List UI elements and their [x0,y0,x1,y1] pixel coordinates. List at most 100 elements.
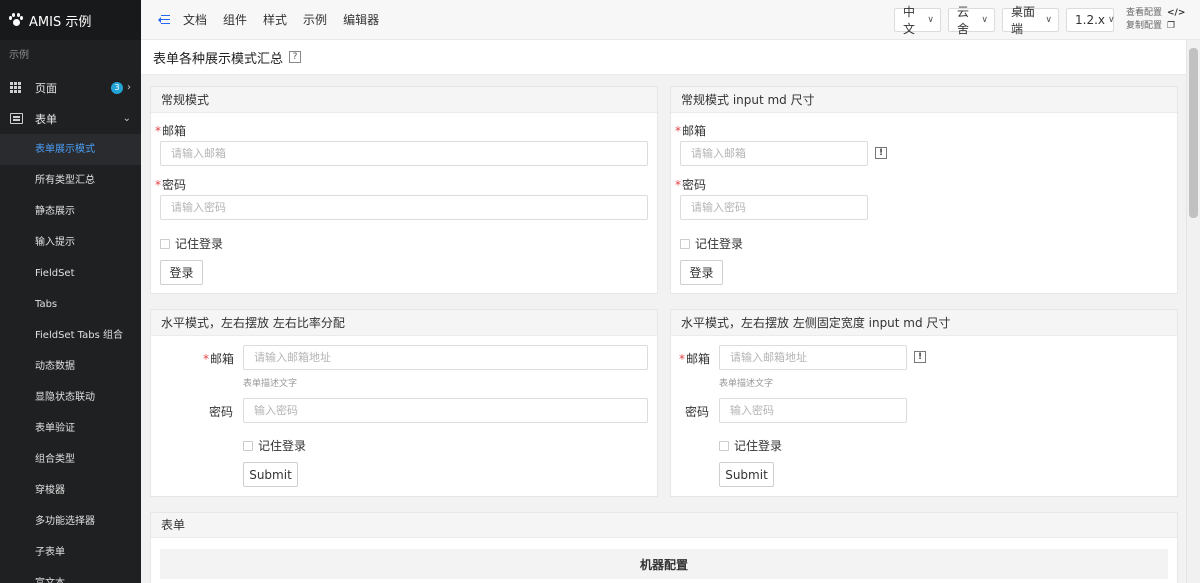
password-label: 密码 [685,405,710,419]
sidebar-item-subform[interactable]: 子表单 [0,537,141,568]
required-mark: * [675,124,681,138]
nav-link-examples[interactable]: 示例 [303,11,327,28]
panel-horizontal-ratio: 水平模式，左右摆放 左右比率分配 *邮箱 请输入邮箱地址 表单描述文字 密码 输… [150,309,658,497]
warning-icon[interactable]: ! [914,351,926,363]
sidebar-item-visibility[interactable]: 显隐状态联动 [0,382,141,413]
sidebar-item-all-types[interactable]: 所有类型汇总 [0,165,141,196]
page-title: 表单各种展示模式汇总 [153,51,284,67]
sidebar-item-fieldset-tabs[interactable]: FieldSet Tabs 组合 [0,320,141,351]
submit-button[interactable]: Submit [719,462,774,487]
chevron-right-icon: › [127,82,131,93]
required-mark: * [675,178,681,192]
password-input[interactable]: 请输入密码 [160,195,648,220]
top-bar: 文档 组件 样式 示例 编辑器 中文 ∨ 云舍 ∨ 桌面端 ∨ 1.2.x ∨ 查看配置… [141,0,1200,40]
chevron-down-icon: ∨ [981,15,988,25]
help-icon[interactable]: ? [289,51,302,63]
theme-select[interactable]: 云舍 ∨ [948,5,995,36]
checkbox-box [680,238,690,249]
login-button[interactable]: 登录 [680,260,723,285]
copy-icon: ❐ [1167,21,1176,31]
remember-checkbox[interactable]: 记住登录 [243,437,306,454]
login-button[interactable]: 登录 [160,260,203,285]
sidebar-section-label: 示例 [9,50,29,61]
remember-checkbox[interactable]: 记住登录 [719,437,782,454]
email-input[interactable]: 请输入邮箱地址 [243,345,648,370]
required-mark: * [203,352,209,366]
paw-logo-icon [9,13,23,27]
field-description: 表单描述文字 [719,379,774,389]
checkbox-box [243,440,253,451]
scrollbar-thumb[interactable] [1189,48,1198,218]
sidebar-item-validation[interactable]: 表单验证 [0,413,141,444]
menu-toggle-icon[interactable] [158,14,170,25]
required-mark: * [155,124,161,138]
config-actions: 查看配置 </> 复制配置 ❐ [1126,7,1200,33]
password-input[interactable]: 输入密码 [243,398,648,423]
panel-title: 表单 [151,513,1177,538]
sidebar-item-transfer[interactable]: 穿梭器 [0,475,141,506]
sidebar-item-rich-text[interactable]: 富文本 [0,568,141,583]
copy-config-link[interactable]: 复制配置 ❐ [1126,20,1200,33]
chevron-down-icon: ∨ [1045,15,1052,25]
password-label: *密码 [155,178,187,192]
panel-form-table: 表单 机器配置 [150,512,1178,583]
remember-label: 记住登录 [258,439,307,453]
sidebar-item-fieldset[interactable]: FieldSet [0,258,141,289]
chevron-down-icon: ∨ [1108,15,1115,25]
theme-value: 云舍 [957,5,970,36]
page-header: 表单各种展示模式汇总 ? [141,40,1186,75]
warning-icon[interactable]: ! [875,147,887,159]
remember-label: 记住登录 [175,237,224,251]
checkbox-box [160,238,170,249]
device-select[interactable]: 桌面端 ∨ [1002,5,1059,36]
panel-title: 常规模式 [151,87,657,113]
remember-checkbox[interactable]: 记住登录 [680,235,743,252]
panel-horizontal-fixed: 水平模式，左右摆放 左侧固定宽度 input md 尺寸 *邮箱 请输入邮箱地址… [670,309,1178,497]
password-label: *密码 [675,178,707,192]
sidebar-group-label: 表单 [35,112,57,126]
device-value: 桌面端 [1011,5,1036,36]
brand[interactable]: AMIS 示例 [0,0,141,40]
sidebar-item-combo[interactable]: 组合类型 [0,444,141,475]
sidebar-item-dynamic-data[interactable]: 动态数据 [0,351,141,382]
required-mark: * [679,352,685,366]
sidebar-item-picker[interactable]: 多功能选择器 [0,506,141,537]
remember-checkbox[interactable]: 记住登录 [160,235,223,252]
field-description: 表单描述文字 [243,379,298,389]
password-input[interactable]: 请输入密码 [680,195,868,220]
nav-link-editor[interactable]: 编辑器 [343,11,379,28]
chevron-down-icon: ∨ [927,15,934,25]
sidebar-item-input-hint[interactable]: 输入提示 [0,227,141,258]
checkbox-box [719,440,729,451]
brand-title: AMIS 示例 [29,14,92,30]
sidebar-group-label: 页面 [35,81,57,95]
sidebar-item-tabs[interactable]: Tabs [0,289,141,320]
version-select[interactable]: 1.2.x ∨ [1066,8,1115,32]
password-input[interactable]: 输入密码 [719,398,907,423]
sidebar-group-forms[interactable]: 表单 ⌄ [0,103,141,134]
submit-button[interactable]: Submit [243,462,298,487]
nav-link-docs[interactable]: 文档 [183,11,207,28]
email-input[interactable]: 请输入邮箱地址 [719,345,907,370]
email-input[interactable]: 请输入邮箱 [680,141,868,166]
chevron-down-icon: ⌄ [122,113,131,124]
grid-icon [10,82,23,93]
required-mark: * [155,178,161,192]
view-config-link[interactable]: 查看配置 </> [1126,7,1200,20]
sidebar-group-pages[interactable]: 页面 3 › [0,72,141,103]
sidebar-item-form-display-mode[interactable]: 表单展示模式 [0,134,141,165]
version-value: 1.2.x [1075,13,1105,27]
panel-title: 常规模式 input md 尺寸 [671,87,1177,113]
sidebar-item-static[interactable]: 静态展示 [0,196,141,227]
password-label: 密码 [209,405,234,419]
panel-normal-mode: 常规模式 *邮箱 请输入邮箱 *密码 请输入密码 记住登录 登录 [150,86,658,294]
nav-link-styles[interactable]: 样式 [263,11,287,28]
email-input[interactable]: 请输入邮箱 [160,141,648,166]
page-scrollbar[interactable] [1186,40,1200,583]
panel-title: 水平模式，左右摆放 左右比率分配 [151,310,657,336]
code-icon: </> [1167,8,1186,18]
nav-link-components[interactable]: 组件 [223,11,247,28]
form-list-icon [10,113,23,124]
language-select[interactable]: 中文 ∨ [894,5,941,36]
remember-label: 记住登录 [695,237,744,251]
